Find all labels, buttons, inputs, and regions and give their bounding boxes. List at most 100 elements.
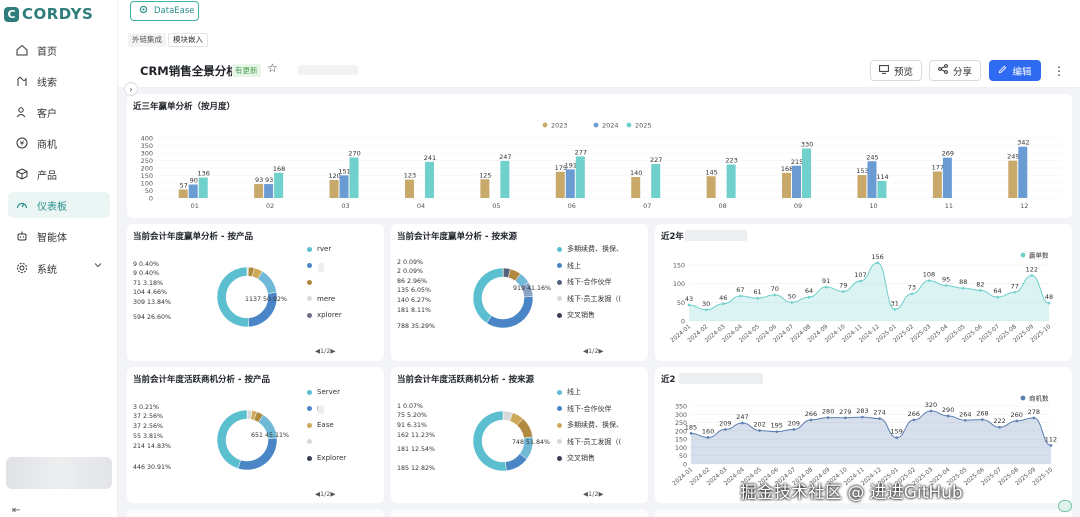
star-icon[interactable]: ☆: [267, 61, 278, 75]
legend-item[interactable]: Server: [307, 384, 346, 401]
slice-label: 9 0.40%: [133, 261, 159, 268]
legend-item[interactable]: xplorer: [307, 307, 342, 324]
sidebar-item-label: 系统: [37, 264, 57, 276]
data-point: [841, 290, 845, 293]
data-label: 264: [959, 410, 971, 418]
data-label: 320: [925, 401, 937, 409]
bar: [782, 172, 792, 198]
sidebar-item-5[interactable]: 仪表板: [8, 192, 110, 218]
legend-swatch: [307, 422, 312, 428]
chevron-right-icon[interactable]: ›: [124, 82, 138, 96]
legend-item[interactable]: B: [307, 401, 346, 418]
brand-name: CORDYS: [22, 5, 94, 23]
sidebar-item-2[interactable]: 客户: [8, 99, 110, 125]
data-label: 160: [702, 427, 714, 435]
data-label: 247: [499, 153, 511, 161]
tab-module-embed[interactable]: 模块嵌入: [168, 33, 208, 47]
legend-swatch: [557, 312, 562, 318]
brand-logo[interactable]: C CORDYS: [4, 4, 93, 24]
data-point: [739, 294, 742, 298]
share-button[interactable]: 分享: [929, 60, 981, 81]
data-point: [1032, 416, 1036, 420]
slice-label: 446 30.91%: [133, 464, 171, 471]
logo-icon: C: [4, 6, 19, 22]
data-point: [929, 409, 933, 413]
x-tick-label: 04: [417, 202, 425, 210]
tab-external-link[interactable]: 外链集成: [128, 33, 166, 47]
legend-label: Server: [317, 388, 340, 397]
data-point: [807, 295, 811, 299]
legend-item[interactable]: 线下-合作伙伴: [557, 401, 623, 418]
legend-item[interactable]: [307, 274, 342, 291]
data-point: [912, 418, 916, 422]
legend-item[interactable]: mere: [307, 291, 342, 308]
home-icon: [16, 44, 28, 56]
legend-item[interactable]: 交叉销售: [557, 307, 623, 324]
legend-item[interactable]: 线上: [557, 258, 623, 275]
data-label: 195: [771, 422, 783, 430]
legend: rver mere xplorer: [307, 241, 342, 324]
user-panel-blurred[interactable]: [6, 457, 112, 489]
collapse-sidebar-icon[interactable]: ⇤: [12, 505, 20, 516]
leads-icon: [16, 75, 28, 87]
y-tick-label: 150: [141, 172, 153, 180]
legend-item[interactable]: [307, 434, 346, 451]
data-point: [1030, 274, 1034, 277]
y-tick-label: 50: [145, 187, 153, 195]
data-label: 215: [791, 158, 803, 166]
legend-item[interactable]: 线下-员工发掘（(: [557, 434, 623, 451]
legend-item[interactable]: 线上: [557, 384, 623, 401]
edit-button[interactable]: 编辑: [989, 60, 1041, 81]
legend-item[interactable]: [307, 258, 342, 275]
legend-swatch: [557, 389, 562, 395]
slice-label: 104 4.66%: [133, 289, 167, 296]
sidebar-item-1[interactable]: 线索: [8, 68, 110, 94]
legend-item[interactable]: rver: [307, 241, 342, 258]
data-label: 283: [856, 407, 868, 415]
legend: 线上线下-合作伙伴 多期续费、换保、 线下-员工发掘（(交叉销售: [557, 384, 623, 467]
legend-item[interactable]: 交叉销售: [557, 450, 623, 467]
slice-label: 181 12.54%: [397, 446, 435, 453]
legend-item[interactable]: Ease: [307, 417, 346, 434]
legend-pager[interactable]: ◀1/2▶: [315, 347, 335, 355]
legend-item[interactable]: 线下-员工发掘（(: [557, 291, 623, 308]
sidebar-item-4[interactable]: 产品: [8, 161, 110, 187]
slice-label: 1137 50.92%: [245, 296, 287, 303]
legend: 多期续费、换保、 线上 线下-合作伙伴 线下-员工发掘（(交叉销售: [557, 241, 623, 324]
dataease-button[interactable]: DataEase: [130, 1, 199, 21]
donut-slice: [486, 296, 534, 329]
legend-item[interactable]: 线下-合作伙伴: [557, 274, 623, 291]
data-label: 168: [781, 165, 793, 173]
y-tick-label: 0: [149, 195, 153, 203]
legend-item[interactable]: Explorer: [307, 450, 346, 467]
legend-pager[interactable]: ◀1/2▶: [583, 490, 603, 498]
y-tick-label: 400: [141, 135, 153, 143]
data-label: 159: [891, 428, 903, 436]
win-by-source-card: 当前会计年度赢单分析 - 按来源 2 0.09% 2 0.09% 86 2.96% 1…: [391, 224, 648, 361]
legend-item[interactable]: 多期续费、换保、: [557, 241, 623, 258]
data-label: 108: [923, 271, 935, 279]
legend-pager[interactable]: ◀1/2▶: [583, 347, 603, 355]
legend-swatch: [557, 246, 562, 252]
legend-label: 线上: [567, 388, 581, 397]
data-point: [895, 436, 899, 439]
sidebar-item-6[interactable]: 智能体: [8, 223, 110, 249]
slice-label: 1 0.07%: [397, 403, 423, 410]
slice-label: 86 2.96%: [397, 278, 427, 285]
sidebar-item-0[interactable]: 首页: [8, 37, 110, 63]
data-label: 278: [1028, 408, 1040, 416]
more-icon[interactable]: ⋮: [1053, 64, 1065, 78]
legend-pager[interactable]: ◀1/2▶: [315, 490, 335, 498]
slice-label: 91 6.31%: [397, 422, 427, 429]
sidebar-item-label: 商机: [37, 139, 57, 151]
preview-button[interactable]: 预览: [870, 60, 922, 81]
sidebar: C CORDYS 首页线索客户 ¥ 商机产品仪表板智能体系统 ⇤: [0, 0, 118, 517]
sidebar-item-3[interactable]: ¥ 商机: [8, 130, 110, 156]
x-tick-label: 03: [341, 202, 349, 210]
sidebar-item-7[interactable]: 系统: [8, 255, 110, 281]
y-tick-label: 50: [677, 300, 685, 307]
sidebar-item-label: 智能体: [37, 232, 67, 244]
partial-card: [391, 509, 648, 517]
legend-item[interactable]: 多期续费、换保、: [557, 417, 623, 434]
legend-swatch: [1020, 395, 1026, 401]
